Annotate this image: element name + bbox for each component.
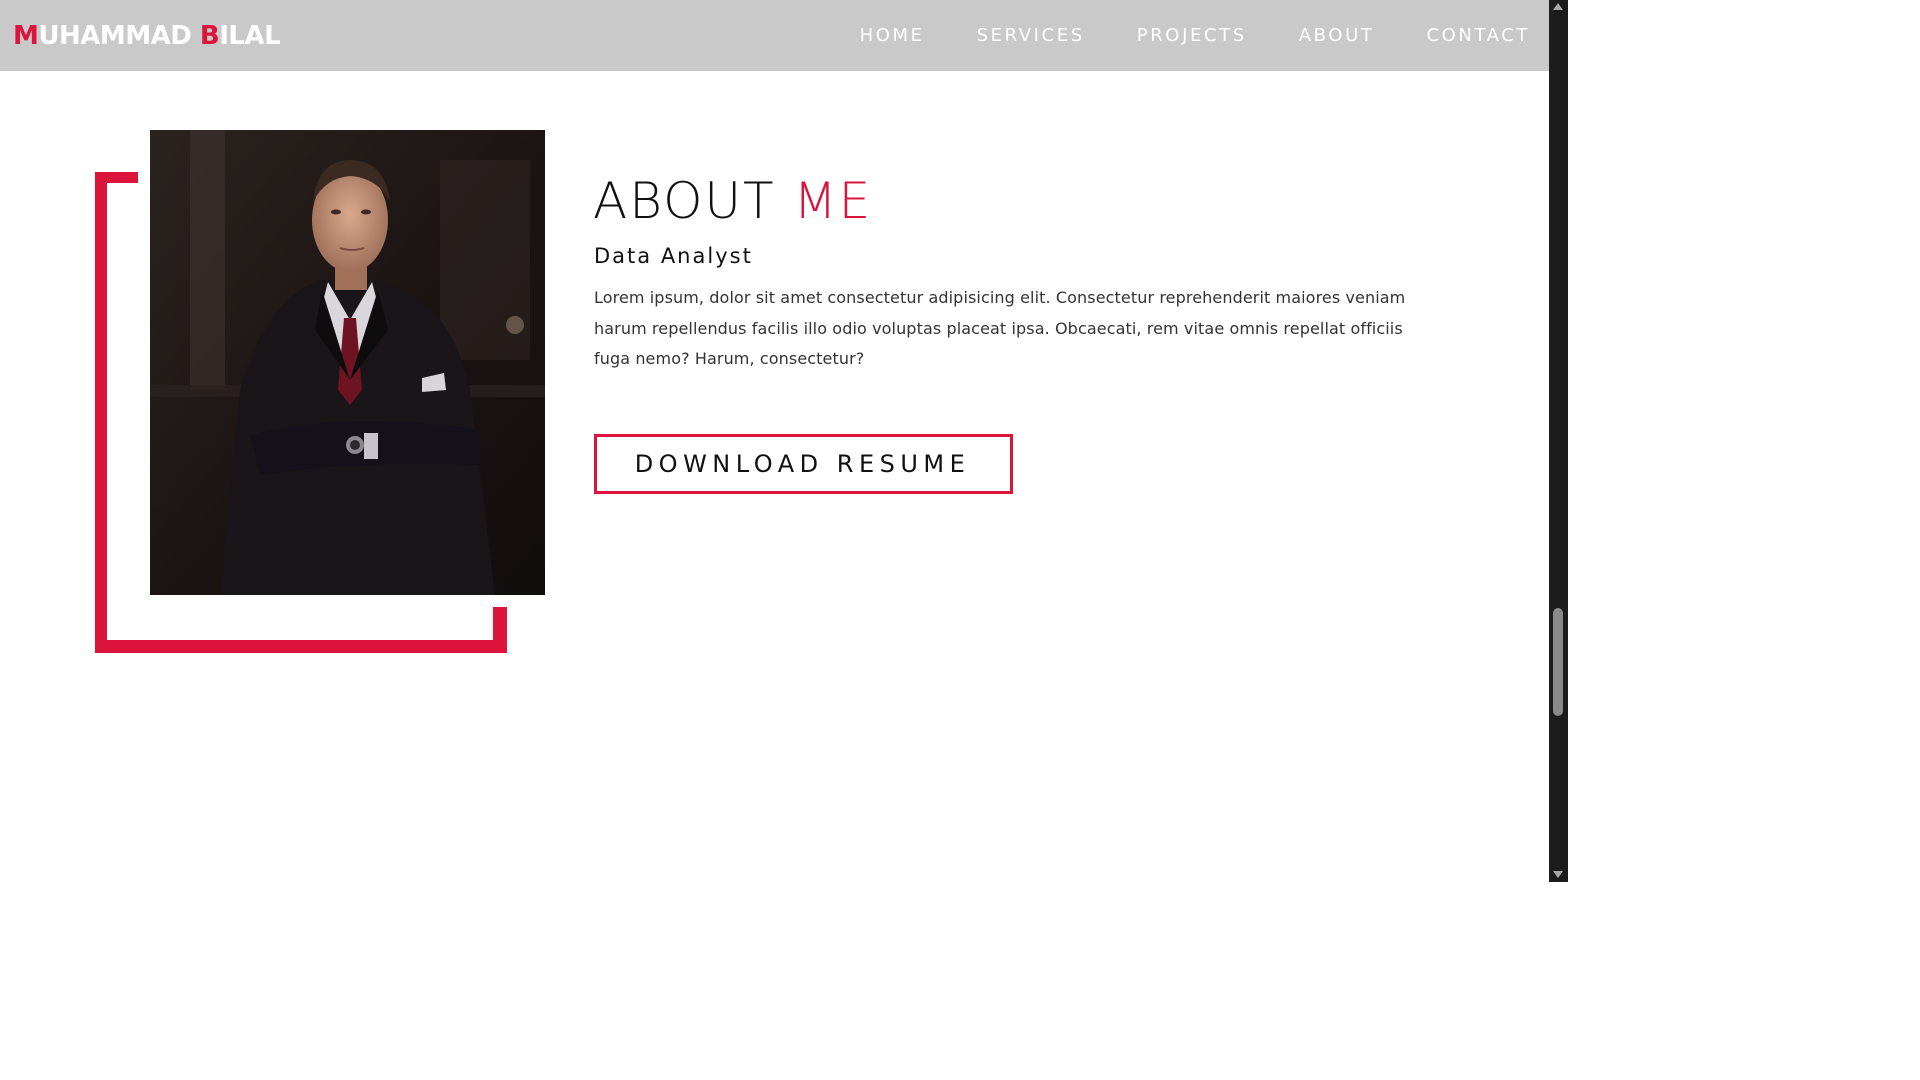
scroll-down-arrow-icon[interactable] [1553,871,1563,878]
about-title-main: ABOUT [593,172,794,230]
download-resume-button[interactable]: DOWNLOAD RESUME [594,434,1013,494]
main-nav: HOME SERVICES PROJECTS ABOUT CONTACT [808,24,1530,48]
logo-first-initial: M [13,21,39,51]
nav-contact[interactable]: CONTACT [1426,24,1530,48]
frame-left-segment [95,172,107,653]
about-title-accent: ME [793,172,873,230]
page: MUHAMMAD BILAL HOME SERVICES PROJECTS AB… [0,0,1568,882]
logo-last-rest: ILAL [219,21,281,51]
navbar: MUHAMMAD BILAL HOME SERVICES PROJECTS AB… [0,0,1549,71]
site-logo[interactable]: MUHAMMAD BILAL [13,19,281,53]
frame-bottom-segment [95,640,507,653]
nav-services[interactable]: SERVICES [977,24,1085,48]
scrollbar-thumb[interactable] [1553,608,1563,716]
logo-first-rest: UHAMMAD [38,21,200,51]
logo-last-initial: B [199,21,220,51]
portrait-photo [150,130,545,595]
vertical-scrollbar[interactable] [1549,0,1568,882]
frame-right-segment [493,607,507,653]
nav-projects[interactable]: PROJECTS [1137,24,1247,48]
nav-home[interactable]: HOME [860,24,925,48]
portrait-photo-icon [150,130,545,595]
role-subtitle: Data Analyst [594,244,753,268]
nav-about[interactable]: ABOUT [1299,24,1375,48]
scroll-up-arrow-icon[interactable] [1553,3,1563,10]
about-title: ABOUT ME [593,170,872,232]
bio-paragraph: Lorem ipsum, dolor sit amet consectetur … [594,288,1406,368]
